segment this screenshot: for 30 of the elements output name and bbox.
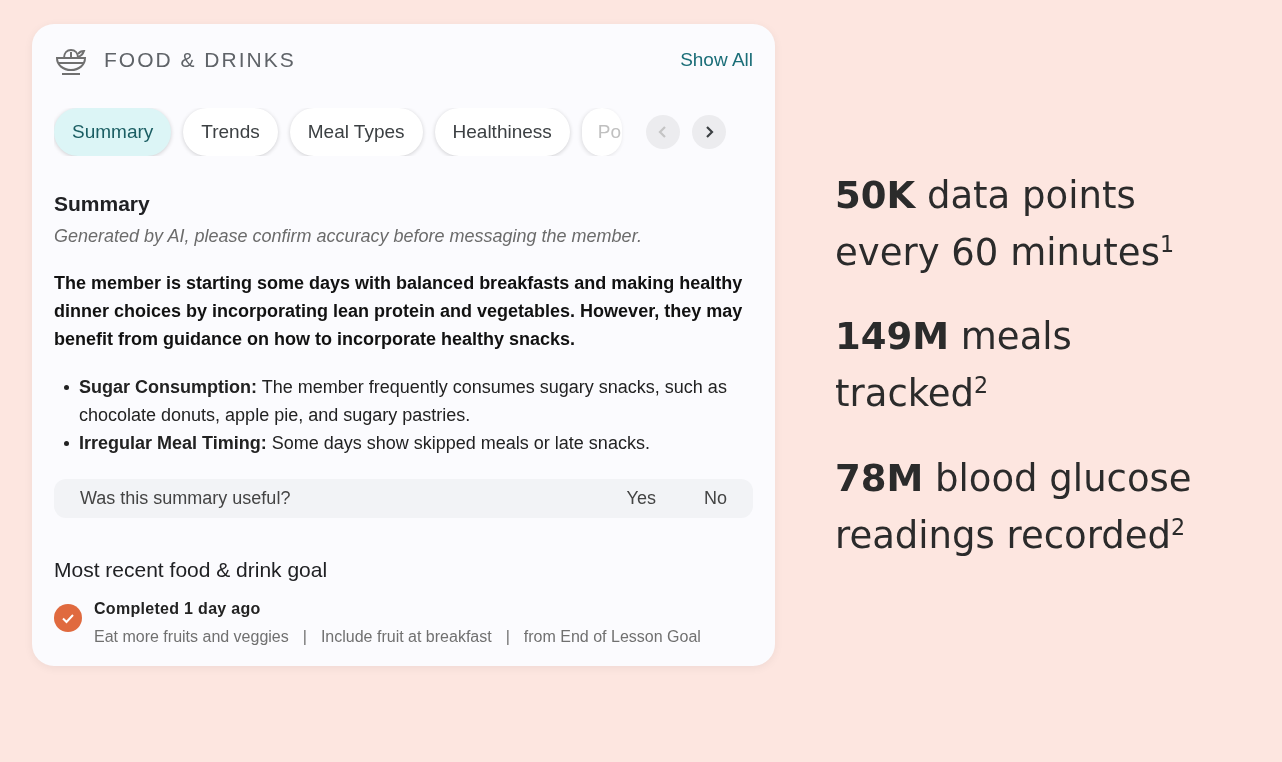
stat-text: 50K data points: [835, 173, 1137, 219]
yes-button[interactable]: Yes: [578, 488, 656, 509]
separator: |: [505, 628, 510, 646]
bullet-dot: [64, 385, 69, 390]
no-button[interactable]: No: [656, 488, 727, 509]
stat-text: 78M blood glucose: [835, 455, 1192, 502]
section-heading: Summary: [54, 192, 151, 216]
separator: |: [302, 628, 307, 646]
show-all-link[interactable]: Show All: [680, 49, 753, 71]
goal-detail: from End of Lesson Goal: [523, 628, 701, 646]
bullet-text: Irregular Meal Timing: Some days show skipped meals or late snacks.: [79, 432, 650, 455]
tab[interactable]: Summary: [54, 108, 172, 156]
section-heading: Most recent food & drink goal: [54, 558, 329, 582]
goal-detail: Include fruit at breakfast: [320, 628, 492, 646]
stat-text: 149M meals: [835, 314, 1073, 361]
stat-text: every 60 minutes$^{1}$: [835, 230, 1176, 277]
ai-disclaimer: Generated by AI, please confirm accuracy before messaging the member.: [54, 226, 643, 247]
chevron-right-icon[interactable]: [691, 115, 726, 149]
bullet-text: Sugar Consumption: The member frequently consumes sugary snacks, such as chocolate donuts, apple pie, and sugary pastries.: [79, 376, 728, 427]
tab[interactable]: Trends: [183, 108, 278, 156]
feedback-question: Was this summary useful?: [80, 488, 292, 509]
card-title: FOOD & DRINKS: [104, 48, 297, 72]
summary-text: The member is starting some days with balanced breakfasts and making healthy dinner choices by incorporating lean protein and vegetables. However, they may benefit from guidance on how to incorporate healthy snacks.: [54, 272, 744, 351]
goal-status: Completed 1 day ago: [94, 600, 262, 618]
bullet-dot: [64, 441, 69, 446]
stat-text: tracked$^{2}$: [835, 371, 990, 418]
tab[interactable]: Healthiness: [434, 108, 570, 156]
goal-detail: Eat more fruits and veggies: [94, 628, 289, 646]
tab[interactable]: Meal Types: [289, 108, 423, 156]
stat-text: readings recorded$^{2}$: [835, 512, 1187, 559]
